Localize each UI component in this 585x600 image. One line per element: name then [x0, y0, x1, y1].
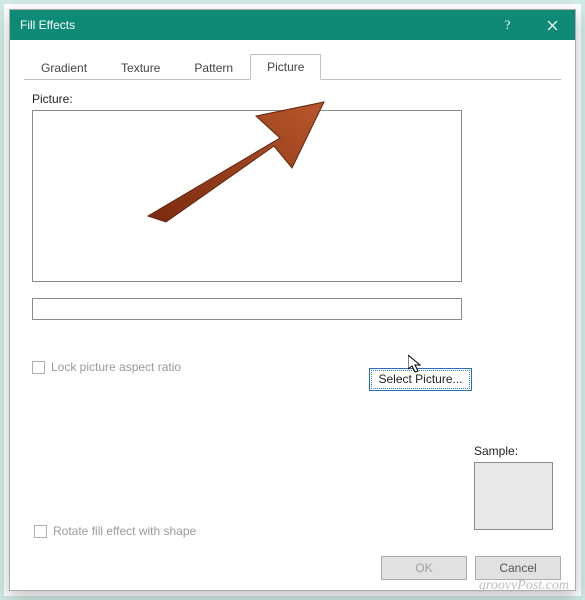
- picture-name-field: [32, 298, 462, 320]
- dialog-content: Gradient Texture Pattern Picture Picture…: [10, 40, 575, 590]
- picture-label: Picture:: [32, 92, 553, 106]
- picture-preview-box: [32, 110, 462, 282]
- close-button[interactable]: [530, 10, 575, 40]
- select-picture-button[interactable]: Select Picture...: [369, 368, 472, 391]
- rotate-checkbox[interactable]: [34, 525, 47, 538]
- lock-aspect-label: Lock picture aspect ratio: [51, 360, 181, 374]
- dialog-title: Fill Effects: [20, 18, 485, 32]
- lock-aspect-row: Lock picture aspect ratio: [32, 360, 553, 374]
- dialog-footer: OK Cancel: [381, 556, 561, 580]
- ok-button[interactable]: OK: [381, 556, 467, 580]
- cancel-button[interactable]: Cancel: [475, 556, 561, 580]
- fill-effects-dialog: Fill Effects ? Gradient Texture Pattern …: [9, 9, 576, 591]
- lock-aspect-checkbox[interactable]: [32, 361, 45, 374]
- tab-gradient[interactable]: Gradient: [24, 55, 104, 80]
- tab-texture[interactable]: Texture: [104, 55, 177, 80]
- tab-picture[interactable]: Picture: [250, 54, 321, 80]
- close-icon: [547, 20, 558, 31]
- titlebar: Fill Effects ?: [10, 10, 575, 40]
- rotate-row: Rotate fill effect with shape: [34, 524, 196, 538]
- help-button[interactable]: ?: [485, 10, 530, 40]
- sample-area: Sample:: [474, 444, 553, 530]
- rotate-label: Rotate fill effect with shape: [53, 524, 196, 538]
- picture-tab-page: Picture: Lock picture aspect ratio: [24, 80, 561, 374]
- tab-strip: Gradient Texture Pattern Picture: [24, 54, 561, 80]
- tab-pattern[interactable]: Pattern: [177, 55, 250, 80]
- sample-preview: [474, 462, 553, 530]
- sample-label: Sample:: [474, 444, 553, 458]
